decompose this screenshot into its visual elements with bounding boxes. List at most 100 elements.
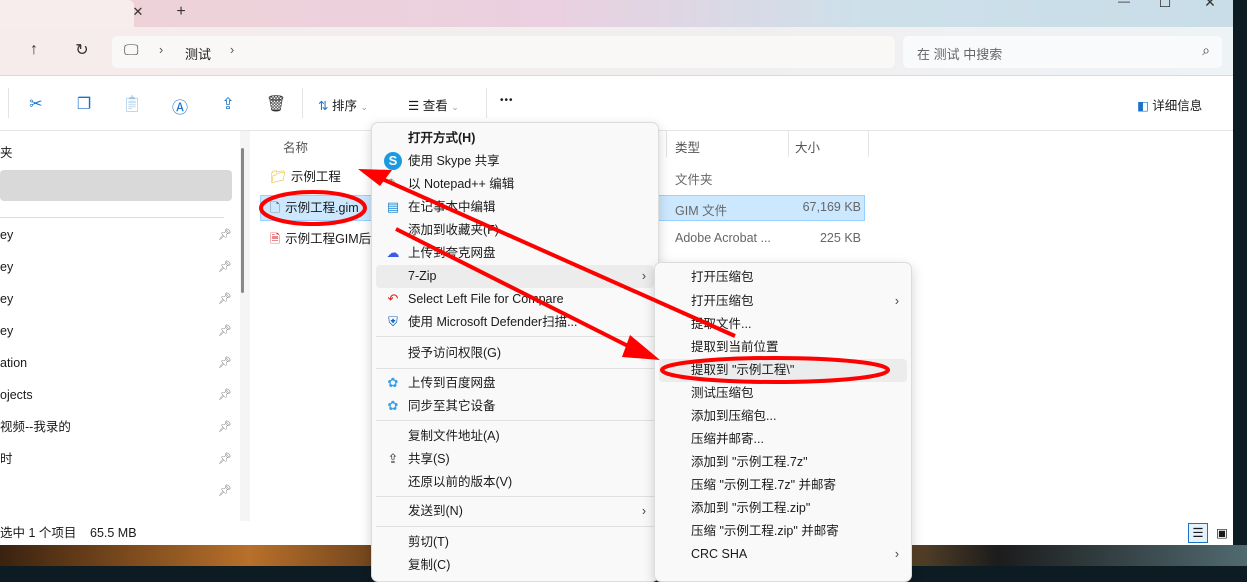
tiles-view-icon[interactable]: ▣ xyxy=(1212,523,1232,543)
sidebar-item[interactable]: ation 📌︎ xyxy=(0,349,232,377)
sidebar-item[interactable]: ey 📌︎ xyxy=(0,285,232,313)
menu-item[interactable]: 剪切(T) xyxy=(376,531,654,554)
menu-item[interactable]: 还原以前的版本(V) xyxy=(376,471,654,494)
search-icon: ⌕ xyxy=(1202,42,1210,58)
navigation-pane: 夹 ey 📌︎ ey 📌︎ ey 📌︎ ey 📌︎ ation 📌︎ ojects 📌︎ 视频--我录的… xyxy=(0,131,240,521)
chevron-right-icon: › xyxy=(641,504,646,518)
sidebar-item[interactable]: 📌︎ xyxy=(0,477,232,505)
sidebar-item[interactable]: ey 📌︎ xyxy=(0,317,232,345)
pin-icon[interactable]: 📌︎ xyxy=(218,381,232,409)
address-bar[interactable]: 🖵 › 测试 › xyxy=(112,36,895,68)
menu-item[interactable]: 授予访问权限(G) xyxy=(376,342,654,365)
refresh-button[interactable]: ↻ xyxy=(70,40,94,60)
up-button[interactable]: ↑ xyxy=(22,41,46,59)
menu-item[interactable]: ↶ Select Left File for Compare xyxy=(376,288,654,311)
menu-item-label: CRC SHA xyxy=(691,547,748,561)
menu-item[interactable]: ⛨ 使用 Microsoft Defender扫描... xyxy=(376,311,654,334)
menu-item[interactable]: 打开压缩包 xyxy=(659,266,907,289)
menu-item[interactable]: ✿ 上传到百度网盘 xyxy=(376,372,654,395)
pin-icon[interactable]: 📌︎ xyxy=(218,221,232,249)
menu-item[interactable]: 复制文件地址(A) xyxy=(376,425,654,448)
pin-icon[interactable]: 📌︎ xyxy=(218,349,232,377)
menu-item[interactable]: 测试压缩包 xyxy=(659,382,907,405)
copy-icon[interactable]: ❐ xyxy=(73,94,95,114)
pin-icon[interactable]: 📌︎ xyxy=(218,445,232,473)
menu-item[interactable]: 压缩 "示例工程.zip" 并邮寄 xyxy=(659,520,907,543)
menu-item[interactable]: 打开方式(H) xyxy=(376,127,654,150)
column-header-type[interactable]: 类型 xyxy=(675,137,700,156)
menu-item-label: 提取到 "示例工程\" xyxy=(691,363,795,377)
menu-item[interactable]: CRC SHA › xyxy=(659,543,907,566)
pin-icon[interactable]: 📌︎ xyxy=(218,317,232,345)
details-pane-button[interactable]: ◧ 详细信息 xyxy=(1137,95,1202,114)
menu-item-label: 压缩 "示例工程.zip" 并邮寄 xyxy=(691,524,839,538)
menu-item[interactable]: 提取文件... xyxy=(659,313,907,336)
maximize-button[interactable]: ☐ xyxy=(1153,0,1177,11)
chevron-right-icon[interactable]: › xyxy=(230,43,234,57)
file-size: 67,169 KB xyxy=(802,200,861,214)
tab-active[interactable] xyxy=(0,0,134,27)
menu-item[interactable]: ☁ 上传到夸克网盘 xyxy=(376,242,654,265)
menu-item-label: 剪切(T) xyxy=(408,535,449,549)
menu-item[interactable]: 压缩并邮寄... xyxy=(659,428,907,451)
view-button[interactable]: ☰ 查看 ⌄ xyxy=(408,95,459,114)
details-pane-icon: ◧ xyxy=(1137,99,1149,113)
pin-icon[interactable]: 📌︎ xyxy=(218,413,232,441)
menu-item[interactable]: 提取到 "示例工程\" xyxy=(659,359,907,382)
sidebar-item[interactable]: 时 📌︎ xyxy=(0,445,232,473)
cut-icon[interactable]: ✂ xyxy=(25,94,47,114)
sidebar-item[interactable]: ey 📌︎ xyxy=(0,253,232,281)
sidebar-scrollbar-thumb[interactable] xyxy=(241,148,244,293)
menu-item-label: 添加到收藏夹(F) xyxy=(408,223,499,237)
sort-button[interactable]: ⇅ 排序 ⌄ xyxy=(318,95,368,114)
file-row[interactable]: 🗎 示例工程GIM后 xyxy=(260,226,375,252)
minimize-button[interactable]: — xyxy=(1112,0,1136,8)
pin-icon[interactable]: 📌︎ xyxy=(218,253,232,281)
new-tab-button[interactable]: + xyxy=(169,3,193,21)
breadcrumb-item[interactable]: 测试 xyxy=(185,44,211,63)
menu-item[interactable]: ✿ 同步至其它设备 xyxy=(376,395,654,418)
delete-icon[interactable]: 🗑︎ xyxy=(265,94,287,114)
menu-item[interactable]: ⇪ 共享(S) xyxy=(376,448,654,471)
notepadpp-icon: ✎ xyxy=(387,176,399,191)
menu-item[interactable]: 添加到压缩包... xyxy=(659,405,907,428)
menu-item[interactable]: 提取到当前位置 xyxy=(659,336,907,359)
column-header-size[interactable]: 大小 xyxy=(795,137,820,156)
column-header-name[interactable]: 名称 xyxy=(283,137,308,156)
menu-item[interactable]: 添加到 "示例工程.zip" xyxy=(659,497,907,520)
pin-icon[interactable]: 📌︎ xyxy=(218,477,232,505)
rename-icon[interactable]: Ⓐ xyxy=(169,94,191,118)
menu-item[interactable]: 压缩 "示例工程.7z" 并邮寄 xyxy=(659,474,907,497)
file-row[interactable]: 📁︎ 示例工程 xyxy=(260,164,375,190)
sidebar-item-label: ey xyxy=(0,324,14,338)
address-row: ↑ ↻ 🖵 › 测试 › 在 测试 中搜索 ⌕ xyxy=(0,27,1233,75)
skype-icon: S xyxy=(384,152,402,170)
baidu-icon: ✿ xyxy=(387,398,399,413)
menu-item[interactable]: 添加到 "示例工程.7z" xyxy=(659,451,907,474)
search-input[interactable]: 在 测试 中搜索 ⌕ xyxy=(903,36,1222,68)
menu-item-label: Select Left File for Compare xyxy=(408,292,564,306)
menu-item-label: 7-Zip xyxy=(408,269,437,283)
menu-item[interactable]: S 使用 Skype 共享 xyxy=(376,150,654,173)
share-icon[interactable]: ⇪ xyxy=(217,94,239,114)
menu-item[interactable]: 打开压缩包 › xyxy=(659,290,907,313)
sidebar-item[interactable]: 视频--我录的 📌︎ xyxy=(0,413,232,441)
sidebar-item[interactable]: ojects 📌︎ xyxy=(0,381,232,409)
more-options-button[interactable]: ••• xyxy=(500,95,514,106)
close-tab-icon[interactable]: ✕ xyxy=(126,4,150,20)
menu-separator xyxy=(376,336,654,337)
file-row[interactable]: 🗋 示例工程.gim xyxy=(260,195,375,221)
sidebar-item[interactable]: ey 📌︎ xyxy=(0,221,232,249)
menu-item[interactable]: 7-Zip › xyxy=(376,265,654,288)
close-window-button[interactable]: ✕ xyxy=(1198,0,1222,11)
menu-item[interactable]: 添加到收藏夹(F) xyxy=(376,219,654,242)
menu-item[interactable]: ▤ 在记事本中编辑 xyxy=(376,196,654,219)
menu-item-label: 上传到夸克网盘 xyxy=(408,246,496,260)
menu-item[interactable]: ✎ 以 Notepad++ 编辑 xyxy=(376,173,654,196)
details-view-icon[interactable]: ☰ xyxy=(1188,523,1208,543)
menu-item-label: 添加到压缩包... xyxy=(691,409,777,423)
pin-icon[interactable]: 📌︎ xyxy=(218,285,232,313)
sidebar-item-selected[interactable] xyxy=(0,170,232,201)
menu-item[interactable]: 发送到(N) › xyxy=(376,500,654,523)
sidebar-item[interactable]: 夹 xyxy=(0,139,232,167)
